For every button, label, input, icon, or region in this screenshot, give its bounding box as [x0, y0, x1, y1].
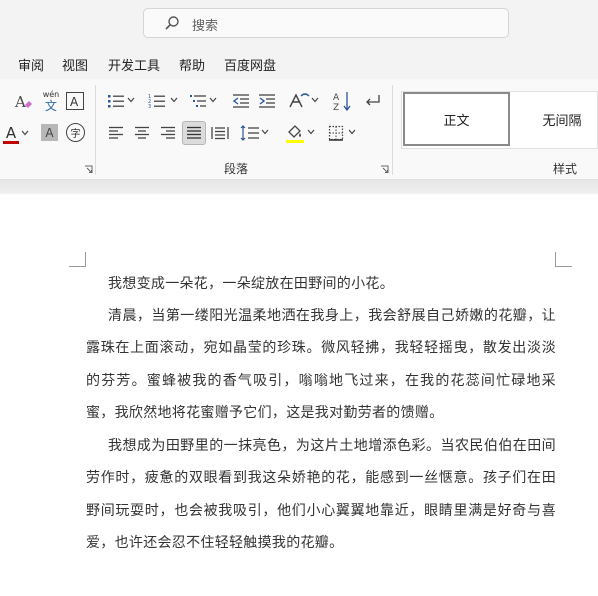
menu-developer[interactable]: 开发工具: [108, 55, 160, 74]
paragraph: 我想变成一朵花，一朵绽放在田野间的小花。: [108, 276, 394, 292]
search-box[interactable]: 搜索: [143, 8, 509, 38]
paragraph: 清晨，当第一缕阳光温柔地洒在我身上，我会舒展自己娇嫩的花瓣，让露珠在上面滚动，宛…: [86, 308, 556, 422]
distributed-button[interactable]: [210, 123, 230, 143]
borders-button[interactable]: [326, 123, 346, 143]
align-right-button[interactable]: [158, 123, 178, 143]
increase-indent-button[interactable]: [257, 91, 277, 111]
borders-dropdown[interactable]: [348, 128, 356, 136]
shading-glyph: A: [45, 125, 54, 140]
clear-formatting-button[interactable]: A: [12, 91, 34, 113]
menu-bar: 审阅 视图 开发工具 帮助 百度网盘: [0, 47, 598, 79]
search-placeholder: 搜索: [192, 19, 219, 34]
search-icon: [164, 15, 180, 35]
separator: [95, 85, 96, 175]
phonetic-top-glyph: wén: [42, 90, 60, 99]
svg-text:3: 3: [148, 104, 151, 109]
font-color-bar: [3, 141, 19, 144]
multilevel-dropdown[interactable]: [209, 96, 217, 104]
enclose-glyph: 字: [70, 129, 81, 140]
svg-text:Z: Z: [333, 103, 339, 112]
separator: [392, 85, 393, 175]
justify-button[interactable]: [182, 121, 206, 145]
font-color-dropdown[interactable]: [20, 127, 30, 139]
font-dialog-launcher[interactable]: [84, 165, 93, 177]
bullets-button[interactable]: [106, 91, 126, 111]
styles-group-label: 样式: [553, 162, 578, 176]
shading-button[interactable]: [284, 121, 306, 145]
align-left-button[interactable]: [106, 123, 126, 143]
font-color-button[interactable]: A: [2, 123, 20, 147]
crop-mark-right: [555, 252, 572, 267]
decrease-indent-button[interactable]: [231, 91, 251, 111]
line-spacing-dropdown[interactable]: [261, 128, 269, 136]
menu-baidu-netdisk[interactable]: 百度网盘: [224, 55, 276, 74]
paragraph: 我想成为田野里的一抹亮色，为这片土地增添色彩。当农民伯伯在田间劳作时，疲惫的双眼…: [86, 438, 556, 552]
multilevel-list-button[interactable]: [188, 91, 208, 111]
sort-button[interactable]: AZ: [332, 89, 352, 113]
numbering-button[interactable]: 123: [147, 91, 167, 111]
character-border-button[interactable]: A: [66, 92, 84, 110]
svg-text:A: A: [333, 93, 340, 103]
style-normal[interactable]: 正文: [403, 92, 510, 146]
show-formatting-marks-button[interactable]: [362, 91, 382, 111]
ribbon-bottom-edge: [0, 179, 598, 194]
style-no-spacing[interactable]: 无间隔: [512, 92, 598, 146]
font-color-glyph: A: [5, 124, 17, 142]
menu-view[interactable]: 视图: [62, 55, 88, 74]
asian-layout-button[interactable]: [288, 91, 310, 111]
paragraph-group-label: 段落: [224, 162, 249, 176]
bullets-dropdown[interactable]: [127, 96, 135, 104]
line-spacing-button[interactable]: [240, 123, 260, 143]
ribbon: A wén 文 A A A 字 123 AZ 段落 正文 无间隔 样式: [0, 79, 598, 179]
shading-dropdown[interactable]: [307, 128, 315, 136]
phonetic-bottom-glyph: 文: [44, 99, 57, 113]
align-center-button[interactable]: [132, 123, 152, 143]
svg-text:A: A: [70, 95, 79, 108]
crop-mark-left: [69, 252, 86, 267]
paragraph-dialog-launcher[interactable]: [380, 165, 389, 177]
svg-text:A: A: [14, 93, 26, 111]
phonetic-guide-button[interactable]: wén 文: [40, 89, 62, 115]
document-page[interactable]: 我想变成一朵花，一朵绽放在田野间的小花。 清晨，当第一缕阳光温柔地洒在我身上，我…: [0, 194, 598, 596]
title-bar: 搜索: [0, 0, 598, 47]
menu-help[interactable]: 帮助: [179, 55, 205, 74]
character-shading-button[interactable]: A: [41, 124, 58, 141]
enclose-characters-button[interactable]: 字: [66, 123, 85, 142]
numbering-dropdown[interactable]: [170, 96, 178, 104]
asian-layout-dropdown[interactable]: [311, 96, 319, 104]
menu-review[interactable]: 审阅: [18, 55, 44, 74]
